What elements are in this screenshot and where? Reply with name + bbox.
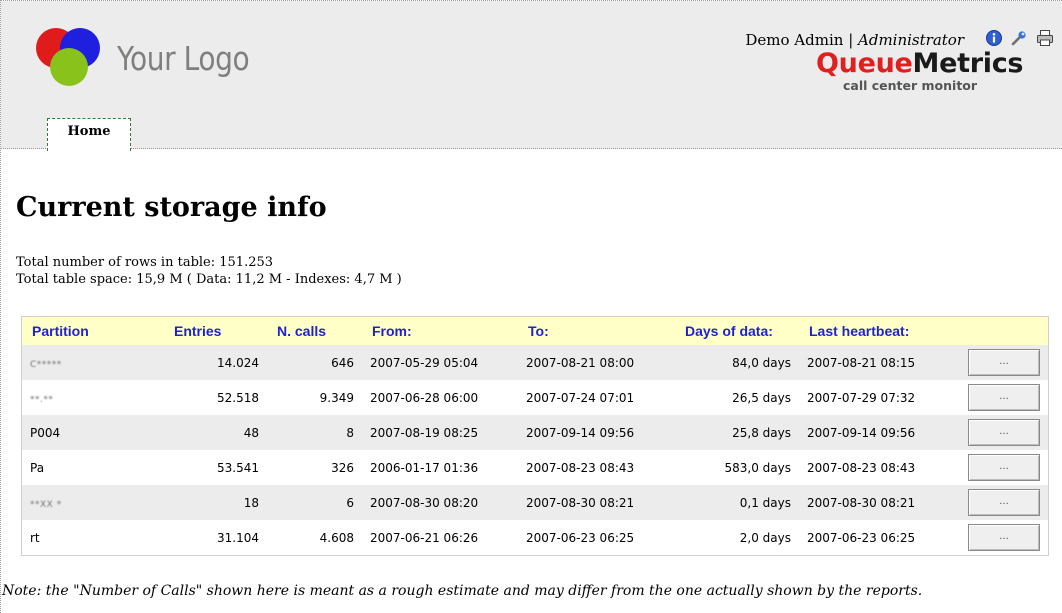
- user-role: Administrator: [858, 31, 964, 49]
- cell-action: ...: [955, 380, 1048, 415]
- column-header-ncalls[interactable]: N. calls: [267, 317, 362, 345]
- table-row: **.** 52.518 9.349 2007-06-28 06:00 2007…: [22, 380, 1048, 415]
- cell-days: 583,0 days: [675, 450, 799, 485]
- total-rows-text: Total number of rows in table: 151.253: [16, 255, 274, 270]
- cell-from: 2007-08-19 08:25: [362, 415, 518, 450]
- cell-action: ...: [955, 415, 1048, 450]
- brand-tagline: call center monitor: [843, 78, 978, 93]
- cell-from: 2007-05-29 05:04: [362, 345, 518, 380]
- cell-heartbeat: 2007-08-30 08:21: [799, 485, 955, 520]
- cell-to: 2007-09-14 09:56: [518, 415, 675, 450]
- column-header-to[interactable]: To:: [518, 317, 675, 345]
- cell-heartbeat: 2007-08-23 08:43: [799, 450, 955, 485]
- cell-ncalls: 326: [267, 450, 362, 485]
- cell-entries: 18: [164, 485, 267, 520]
- row-details-button[interactable]: ...: [968, 349, 1040, 376]
- tools-icon[interactable]: [1010, 29, 1028, 47]
- info-icon[interactable]: [985, 29, 1003, 47]
- user-name: Demo Admin: [745, 31, 844, 49]
- cell-action: ...: [955, 345, 1048, 380]
- logo-icon: [36, 28, 100, 86]
- cell-entries: 31.104: [164, 520, 267, 555]
- column-header-from[interactable]: From:: [362, 317, 518, 345]
- cell-partition: **.**: [22, 380, 164, 415]
- column-header-heartbeat[interactable]: Last heartbeat:: [799, 317, 955, 345]
- row-details-button[interactable]: ...: [968, 384, 1040, 411]
- cell-from: 2007-06-28 06:00: [362, 380, 518, 415]
- cell-ncalls: 646: [267, 345, 362, 380]
- cell-partition: Pa: [22, 450, 164, 485]
- cell-days: 84,0 days: [675, 345, 799, 380]
- cell-ncalls: 8: [267, 415, 362, 450]
- cell-days: 2,0 days: [675, 520, 799, 555]
- table-header-row: Partition Entries N. calls From: To: Day…: [22, 317, 1048, 345]
- page-header: Your Logo Demo Admin | Administrator Que…: [1, 1, 1062, 151]
- cell-to: 2007-08-30 08:21: [518, 485, 675, 520]
- cell-ncalls: 6: [267, 485, 362, 520]
- storage-summary: Total number of rows in table: 151.253 T…: [16, 254, 402, 288]
- cell-from: 2006-01-17 01:36: [362, 450, 518, 485]
- cell-partition: rt: [22, 520, 164, 555]
- row-details-button[interactable]: ...: [968, 524, 1040, 551]
- brand-part-queue: Queue: [816, 48, 913, 79]
- row-details-button[interactable]: ...: [968, 489, 1040, 516]
- cell-days: 25,8 days: [675, 415, 799, 450]
- tab-home[interactable]: Home: [47, 118, 131, 151]
- cell-days: 26,5 days: [675, 380, 799, 415]
- cell-entries: 53.541: [164, 450, 267, 485]
- cell-heartbeat: 2007-06-23 06:25: [799, 520, 955, 555]
- brand-part-metrics: Metrics: [912, 48, 1024, 79]
- cell-heartbeat: 2007-07-29 07:32: [799, 380, 955, 415]
- cell-entries: 48: [164, 415, 267, 450]
- user-separator: |: [843, 31, 859, 49]
- row-details-button[interactable]: ...: [968, 454, 1040, 481]
- cell-to: 2007-07-24 07:01: [518, 380, 675, 415]
- printer-icon[interactable]: [1036, 29, 1054, 47]
- cell-ncalls: 9.349: [267, 380, 362, 415]
- cell-ncalls: 4.608: [267, 520, 362, 555]
- cell-partition: **XX *: [22, 485, 164, 520]
- column-header-action: [955, 317, 1048, 345]
- column-header-days[interactable]: Days of data:: [675, 317, 799, 345]
- storage-table: Partition Entries N. calls From: To: Day…: [21, 316, 1049, 556]
- user-info: Demo Admin | Administrator: [745, 31, 964, 49]
- page-title: Current storage info: [16, 192, 327, 223]
- cell-to: 2007-08-23 08:43: [518, 450, 675, 485]
- cell-from: 2007-08-30 08:20: [362, 485, 518, 520]
- cell-heartbeat: 2007-08-21 08:15: [799, 345, 955, 380]
- cell-heartbeat: 2007-09-14 09:56: [799, 415, 955, 450]
- cell-entries: 14.024: [164, 345, 267, 380]
- cell-to: 2007-08-21 08:00: [518, 345, 675, 380]
- total-space-text: Total table space: 15,9 M ( Data: 11,2 M…: [16, 272, 402, 287]
- table-row: rt 31.104 4.608 2007-06-21 06:26 2007-06…: [22, 520, 1048, 555]
- estimate-note: Note: the "Number of Calls" shown here i…: [2, 583, 923, 599]
- cell-to: 2007-06-23 06:25: [518, 520, 675, 555]
- cell-action: ...: [955, 450, 1048, 485]
- cell-partition: P004: [22, 415, 164, 450]
- cell-partition: C*****: [22, 345, 164, 380]
- cell-action: ...: [955, 485, 1048, 520]
- column-header-entries[interactable]: Entries: [164, 317, 267, 345]
- cell-action: ...: [955, 520, 1048, 555]
- tab-home-label: Home: [67, 124, 111, 139]
- row-details-button[interactable]: ...: [968, 419, 1040, 446]
- table-row: **XX * 18 6 2007-08-30 08:20 2007-08-30 …: [22, 485, 1048, 520]
- column-header-partition[interactable]: Partition: [22, 317, 164, 345]
- brand-wordmark: QueueMetrics: [816, 49, 1023, 79]
- cell-from: 2007-06-21 06:26: [362, 520, 518, 555]
- cell-entries: 52.518: [164, 380, 267, 415]
- table-row: Pa 53.541 326 2006-01-17 01:36 2007-08-2…: [22, 450, 1048, 485]
- table-row: C***** 14.024 646 2007-05-29 05:04 2007-…: [22, 345, 1048, 380]
- cell-days: 0,1 days: [675, 485, 799, 520]
- table-row: P004 48 8 2007-08-19 08:25 2007-09-14 09…: [22, 415, 1048, 450]
- logo-text: Your Logo: [117, 39, 250, 78]
